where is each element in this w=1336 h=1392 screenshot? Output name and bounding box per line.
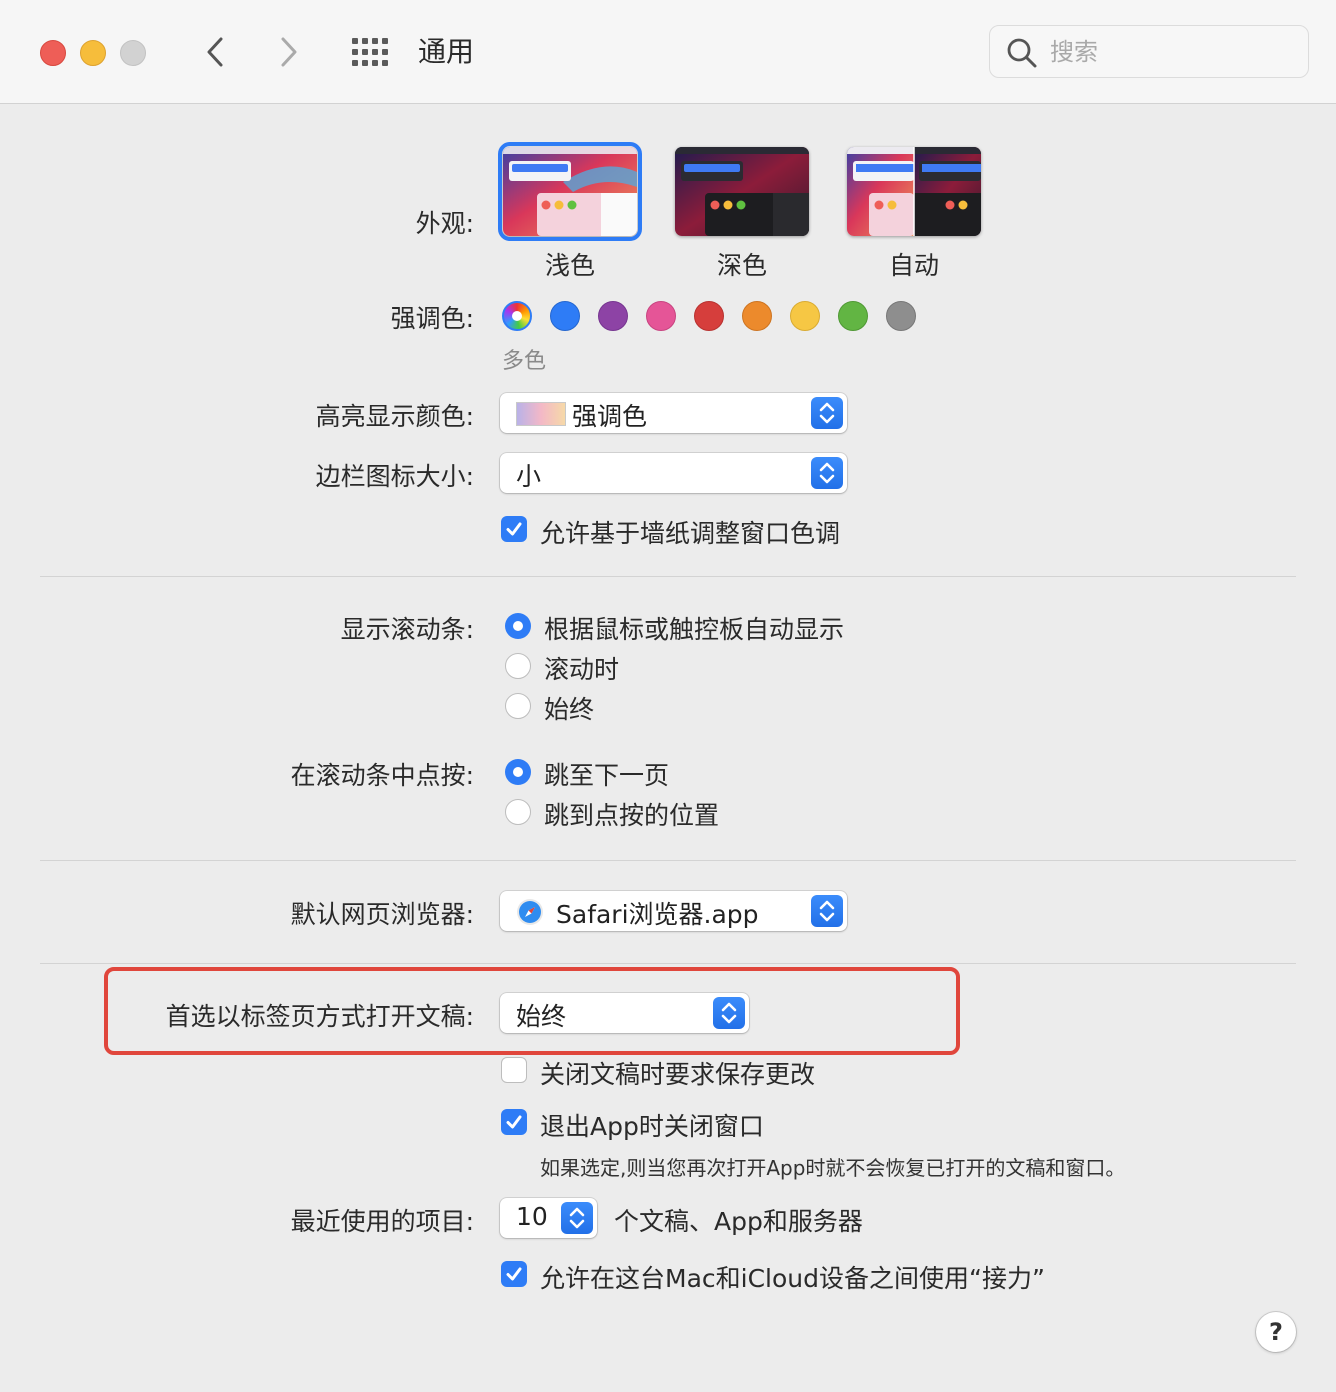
scrollbars-always-radio[interactable] <box>505 693 531 719</box>
close-windows-label: 退出App时关闭窗口 <box>540 1112 764 1141</box>
recent-items-value: 10 <box>516 1202 548 1231</box>
forward-button[interactable] <box>274 34 304 70</box>
show-scrollbars-label: 显示滚动条: <box>340 615 474 644</box>
wallpaper-tint-checkbox[interactable] <box>501 516 527 542</box>
appearance-label: 外观: <box>415 209 474 238</box>
section-divider <box>40 860 1296 861</box>
click-scrollbar-label: 在滚动条中点按: <box>290 761 474 790</box>
popup-stepper-icon <box>811 895 843 927</box>
section-divider <box>40 576 1296 577</box>
dark-mode-preview <box>675 147 809 236</box>
section-divider <box>40 963 1296 964</box>
click-spot-radio[interactable] <box>505 799 531 825</box>
click-next-page-label: 跳至下一页 <box>544 761 670 790</box>
appearance-dark-caption: 深色 <box>716 251 767 280</box>
highlight-color-value: 强调色 <box>572 402 648 431</box>
search-icon <box>1007 38 1037 68</box>
zoom-window-button[interactable] <box>120 40 146 66</box>
auto-mode-preview <box>847 147 981 236</box>
accent-graphite-swatch[interactable] <box>886 301 916 331</box>
highlight-color-popup[interactable]: 强调色 <box>500 393 847 433</box>
recent-items-suffix: 个文稿、App和服务器 <box>614 1207 863 1236</box>
accent-orange-swatch[interactable] <box>742 301 772 331</box>
scrollbars-auto-label: 根据鼠标或触控板自动显示 <box>544 615 845 644</box>
accent-green-swatch[interactable] <box>838 301 868 331</box>
annotation-highlight-box <box>104 967 960 1055</box>
accent-blue-swatch[interactable] <box>550 301 580 331</box>
sidebar-icon-size-label: 边栏图标大小: <box>315 462 474 491</box>
handoff-checkbox[interactable] <box>501 1261 527 1287</box>
popup-stepper-icon <box>561 1202 593 1234</box>
accent-purple-swatch[interactable] <box>598 301 628 331</box>
click-spot-label: 跳到点按的位置 <box>544 801 720 830</box>
accent-selected-caption: 多色 <box>502 349 547 374</box>
close-window-button[interactable] <box>40 40 66 66</box>
chevron-right-icon <box>281 37 297 67</box>
accent-yellow-swatch[interactable] <box>790 301 820 331</box>
highlight-color-preview <box>516 402 566 426</box>
handoff-label: 允许在这台Mac和iCloud设备之间使用“接力” <box>540 1264 1045 1293</box>
search-input[interactable] <box>1048 36 1292 68</box>
accent-multicolor-swatch[interactable] <box>502 301 532 331</box>
safari-compass-icon <box>517 899 543 925</box>
accent-color-label: 强调色: <box>390 304 474 333</box>
accent-pink-swatch[interactable] <box>646 301 676 331</box>
checkmark-icon <box>506 1267 522 1281</box>
chevron-left-icon <box>207 37 223 67</box>
sidebar-icon-size-value: 小 <box>516 462 542 491</box>
default-browser-label: 默认网页浏览器: <box>290 900 474 929</box>
ask-keep-changes-label: 关闭文稿时要求保存更改 <box>540 1060 816 1089</box>
recent-items-label: 最近使用的项目: <box>290 1207 474 1236</box>
sidebar-icon-size-popup[interactable]: 小 <box>500 453 847 493</box>
show-all-grid-icon[interactable] <box>352 38 388 66</box>
popup-stepper-icon <box>811 397 843 429</box>
window-title: 通用 <box>418 35 475 68</box>
title-bar: 通用 <box>0 0 1336 104</box>
ask-keep-changes-checkbox[interactable] <box>501 1057 527 1083</box>
appearance-auto-caption: 自动 <box>888 251 939 280</box>
scrollbars-when-scrolling-radio[interactable] <box>505 653 531 679</box>
appearance-dark-thumbnail[interactable] <box>675 147 809 236</box>
checkmark-icon <box>506 522 522 536</box>
popup-stepper-icon <box>811 457 843 489</box>
recent-items-popup[interactable]: 10 <box>500 1198 597 1238</box>
appearance-light-caption: 浅色 <box>544 251 595 280</box>
scrollbars-always-label: 始终 <box>544 695 595 724</box>
help-button[interactable]: ? <box>1256 1312 1296 1352</box>
wallpaper-tint-label: 允许基于墙纸调整窗口色调 <box>540 519 841 548</box>
back-button[interactable] <box>200 34 230 70</box>
appearance-light-thumbnail[interactable] <box>498 142 642 241</box>
appearance-auto-thumbnail[interactable] <box>847 147 981 236</box>
close-windows-checkbox[interactable] <box>501 1109 527 1135</box>
click-next-page-radio[interactable] <box>505 759 531 785</box>
highlight-color-label: 高亮显示颜色: <box>315 402 474 431</box>
checkmark-icon <box>506 1115 522 1129</box>
light-mode-preview <box>503 147 637 236</box>
accent-red-swatch[interactable] <box>694 301 724 331</box>
scrollbars-auto-radio[interactable] <box>505 613 531 639</box>
search-field[interactable] <box>989 25 1309 78</box>
minimize-window-button[interactable] <box>80 40 106 66</box>
close-windows-description: 如果选定,则当您再次打开App时就不会恢复已打开的文稿和窗口。 <box>540 1156 1126 1180</box>
default-browser-popup[interactable]: Safari浏览器.app <box>500 891 847 931</box>
scrollbars-when-scrolling-label: 滚动时 <box>544 655 620 684</box>
default-browser-value: Safari浏览器.app <box>556 900 759 929</box>
